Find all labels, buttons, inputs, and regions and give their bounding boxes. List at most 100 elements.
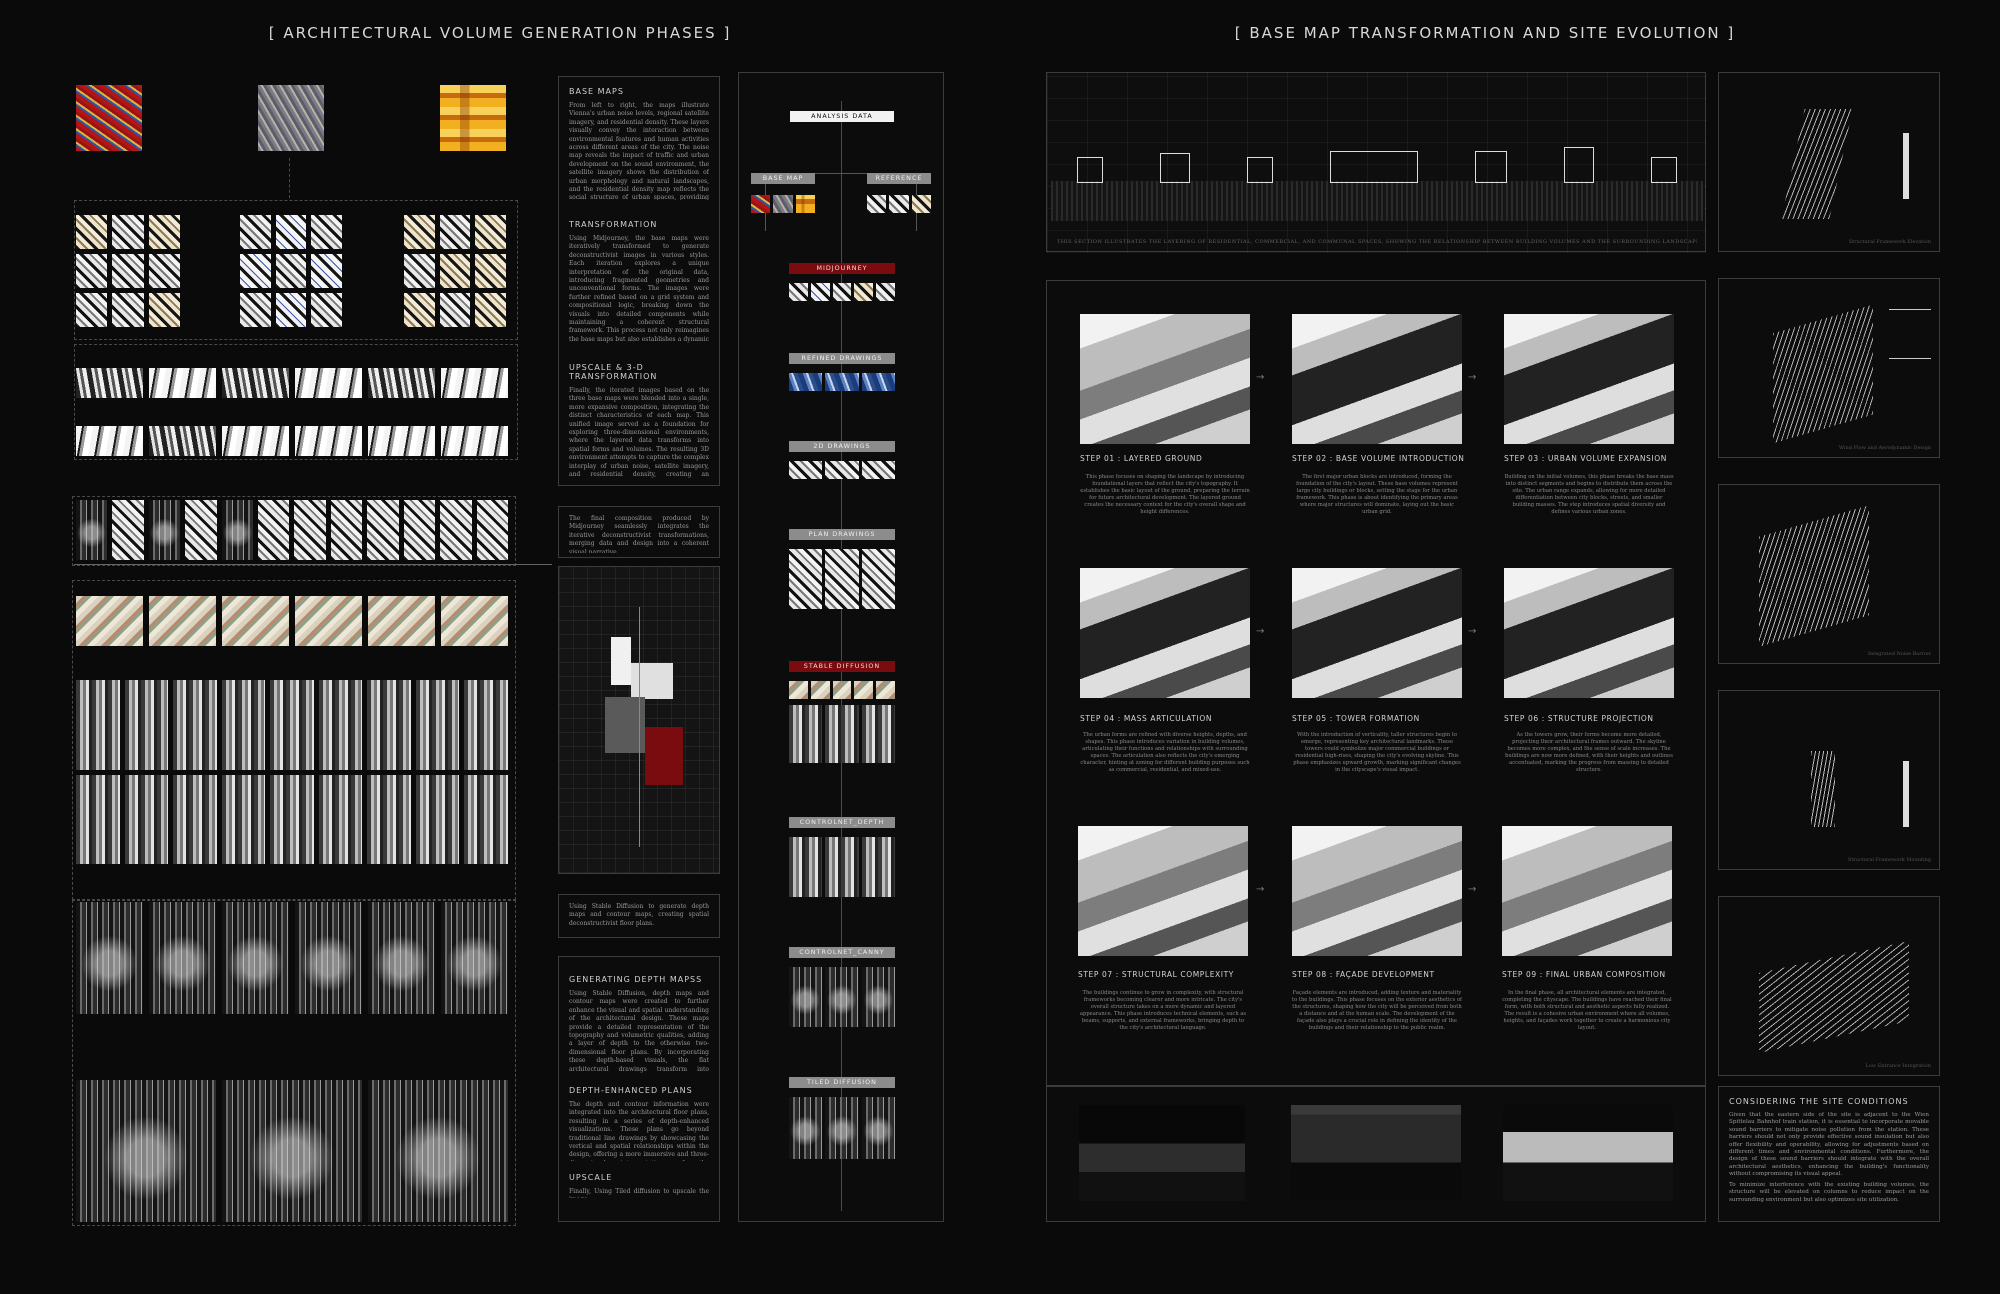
axo-caption-2: Wind Flow and Aerodynamic Design	[1838, 445, 1931, 451]
step-05-desc: With the introduction of verticality, ta…	[1293, 732, 1461, 773]
stable-note-panel: Using Stable Diffusion to generate depth…	[558, 894, 720, 938]
stable-thumbs-small	[789, 681, 895, 699]
axo-caption-4: Structural Framework Mounting	[1847, 857, 1931, 863]
depth-maps-title: GENERATING DEPTH MAPSS	[569, 975, 703, 984]
plan-block-red	[645, 727, 683, 785]
axo-base-5	[1759, 941, 1909, 1053]
axo-panel-3: Integrated Noise Barrier	[1718, 484, 1940, 664]
cn-depth-thumbs	[789, 837, 895, 897]
arrow-right-icon: →	[1256, 884, 1265, 895]
steps-grid: → → STEP 01 : LAYERED GROUND STEP 02 : B…	[1046, 280, 1706, 1086]
step-04-label: STEP 04 : MASS ARTICULATION	[1080, 714, 1213, 723]
axo-caption-3: Integrated Noise Barrier	[1868, 651, 1931, 657]
base-map-thumbs	[751, 195, 815, 213]
step-06-desc: As the towers grow, their forms become m…	[1505, 732, 1673, 773]
drawings-2d-thumbs	[789, 461, 895, 479]
image-grid	[0, 0, 552, 1294]
axo-tower-3	[1759, 505, 1869, 647]
stable-note-text: Using Stable Diffusion to generate depth…	[569, 903, 709, 927]
midjourney-thumbs	[789, 283, 895, 301]
step-06-label: STEP 06 : STRUCTURE PROJECTION	[1504, 714, 1654, 723]
transform-grid-c	[404, 215, 506, 327]
step-01-desc: This phase focuses on shaping the landsc…	[1080, 474, 1250, 515]
stable-thumbs-large	[789, 705, 895, 763]
axo-tower-4	[1811, 751, 1835, 827]
step-08-desc: Façade elements are introduced, adding t…	[1292, 990, 1462, 1031]
tag-reference: REFERENCE	[867, 173, 931, 184]
site-conditions-panel: CONSIDERING THE SITE CONDITIONS Given th…	[1718, 1086, 1940, 1222]
axo-panel-5: Low Entrance Integration	[1718, 896, 1940, 1076]
final-comp-text: The final composition produced by Midjou…	[569, 515, 709, 553]
cn-canny-thumbs	[789, 967, 895, 1027]
connector	[108, 158, 290, 198]
tag-base-map: BASE MAP	[751, 173, 815, 184]
upscale-row-2	[76, 426, 508, 456]
step-07-render	[1078, 826, 1248, 956]
section-ground	[1051, 181, 1703, 221]
arrow-right-icon: →	[1256, 372, 1265, 383]
arrow-right-icon: →	[1468, 626, 1477, 637]
base-maps-body: From left to right, the maps illustrate …	[569, 102, 709, 200]
section-caption: THIS SECTION ILLUSTRATES THE LAYERING OF…	[1057, 239, 1697, 245]
tag-midjourney: MIDJOURNEY	[789, 263, 895, 274]
tag-plan: PLAN DRAWINGS	[789, 529, 895, 540]
upscale-body: Finally, the iterated images based on th…	[569, 387, 709, 479]
step-07-label: STEP 07 : STRUCTURAL COMPLEXITY	[1078, 970, 1234, 979]
step-08-label: STEP 08 : FAÇADE DEVELOPMENT	[1292, 970, 1435, 979]
plan-thumbs	[789, 549, 895, 609]
step-08-render	[1292, 826, 1462, 956]
strips-row	[76, 500, 508, 560]
upscale2-title: UPSCALE	[569, 1173, 613, 1182]
axo-tower-2	[1773, 304, 1873, 444]
tag-refined: REFINED DRAWINGS	[789, 353, 895, 364]
step-02-render	[1292, 314, 1462, 444]
transformation-body: Using Midjourney, the base maps were ite…	[569, 235, 709, 343]
step-06-render	[1504, 568, 1674, 698]
step-03-label: STEP 03 : URBAN VOLUME EXPANSION	[1504, 454, 1667, 463]
section-panel: THIS SECTION ILLUSTRATES THE LAYERING OF…	[1046, 72, 1707, 253]
transform-grid-a	[76, 215, 180, 327]
axo-panel-4: Structural Framework Mounting	[1718, 690, 1940, 870]
site-conditions-body-2: To minimize interference with the existi…	[1729, 1182, 1929, 1203]
depth-plans-body: The depth and contour information were i…	[569, 1101, 709, 1161]
axo-caption-1: Structural Framework Elevation	[1848, 239, 1931, 245]
axo-caption-5: Low Entrance Integration	[1865, 1063, 1931, 1069]
step-09-render	[1502, 826, 1672, 956]
step-01-render	[1080, 314, 1250, 444]
upscale-row-1	[76, 368, 508, 398]
tag-cn-depth: CONTROLNET_DEPTH	[789, 817, 895, 828]
step-02-desc: The first major urban blocks are introdu…	[1296, 474, 1458, 515]
plan-axis	[639, 607, 640, 847]
tag-2d: 2D DRAWINGS	[789, 441, 895, 452]
axo-tower-1	[1781, 109, 1853, 219]
dark-row	[76, 902, 508, 1014]
arrow-right-icon: →	[1468, 372, 1477, 383]
right-heading: [ BASE MAP TRANSFORMATION AND SITE EVOLU…	[1234, 24, 1736, 42]
bottom-renders-panel	[1046, 1086, 1706, 1222]
step-09-label: STEP 09 : FINAL URBAN COMPOSITION	[1502, 970, 1666, 979]
axo-panel-2: Wind Flow and Aerodynamic Design	[1718, 278, 1940, 458]
step-03-desc: Building on the initial volumes, this ph…	[1504, 474, 1674, 515]
step-05-label: STEP 05 : TOWER FORMATION	[1292, 714, 1420, 723]
render-bottom-1	[1079, 1105, 1245, 1201]
depth-maps-body: Using Stable Diffusion, depth maps and c…	[569, 990, 709, 1073]
section-houses	[1077, 147, 1677, 183]
step-04-render	[1080, 568, 1250, 698]
step-03-render	[1504, 314, 1674, 444]
axo-panel-1: Structural Framework Elevation	[1718, 72, 1940, 252]
noise-map	[76, 85, 142, 151]
gray-grid	[76, 680, 508, 864]
upscale-title: UPSCALE & 3-D TRANSFORMATION	[569, 363, 658, 381]
base-maps-title: BASE MAPS	[569, 87, 624, 96]
depth-text-panel: GENERATING DEPTH MAPSS Using Stable Diff…	[558, 956, 720, 1222]
plan-block-white	[611, 637, 631, 685]
arrow-right-icon: →	[1256, 626, 1265, 637]
density-map	[440, 85, 506, 151]
step-05-render	[1292, 568, 1462, 698]
step-07-desc: The buildings continue to grow in comple…	[1079, 990, 1247, 1031]
plan-block-white-2	[631, 663, 673, 699]
tag-analysis: ANALYSIS DATA	[790, 111, 894, 122]
iso-row	[76, 596, 508, 646]
reference-thumbs	[867, 195, 931, 213]
tag-stable: STABLE DIFFUSION	[789, 661, 895, 672]
